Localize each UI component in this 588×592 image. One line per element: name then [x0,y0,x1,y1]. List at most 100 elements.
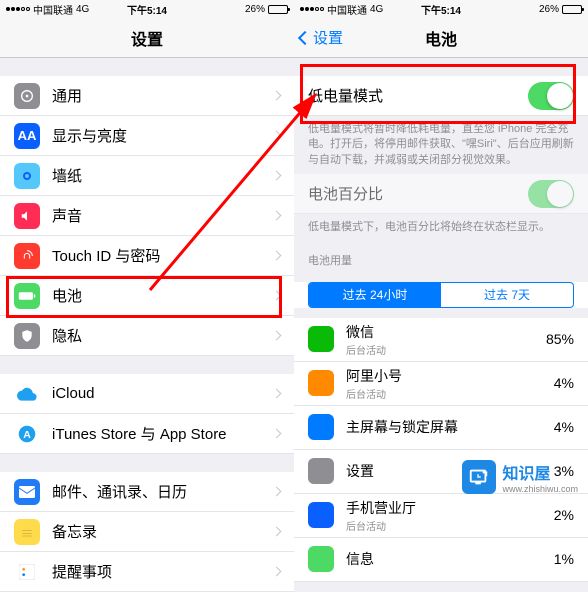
watermark-url: www.zhishiwu.com [502,484,578,494]
usage-row[interactable]: 阿里小号后台活动4% [294,362,588,406]
battery-pct-label: 26% [245,4,265,15]
chevron-right-icon [272,429,282,439]
chevron-right-icon [272,171,282,181]
chevron-right-icon [272,291,282,301]
status-bar: 中国联通 4G 下午5:14 26% [0,0,294,18]
app-name: 信息 [346,549,554,569]
app-name: 阿里小号 [346,366,554,386]
network-label: 4G [370,4,383,15]
usage-row[interactable]: 信息1% [294,538,588,582]
app-icon [308,326,334,352]
chevron-right-icon [272,389,282,399]
usage-percent: 85% [546,331,574,347]
usage-row[interactable]: 手机营业厅后台活动2% [294,494,588,538]
settings-row-电池[interactable]: 电池 [0,276,294,316]
battery-screen: 中国联通 4G 下午5:14 26% 设置 电池 低电量模式 低电量模式将暂时降… [294,0,588,592]
wallpaper-icon [14,163,40,189]
battery-icon [14,283,40,309]
battery-pct-label: 电池百分比 [308,183,528,204]
sound-icon [14,203,40,229]
app-subtitle: 后台活动 [346,342,546,357]
battery-pct-label: 26% [539,4,559,15]
settings-row-iTunes Store 与 App Store[interactable]: AiTunes Store 与 App Store [0,414,294,454]
row-label: 隐私 [52,325,273,346]
settings-row-墙纸[interactable]: 墙纸 [0,156,294,196]
chevron-right-icon [272,211,282,221]
page-title: 设置 [0,26,294,50]
touchid-icon [14,243,40,269]
app-subtitle: 后台活动 [346,518,554,533]
chevron-right-icon [272,91,282,101]
svg-text:A: A [23,428,31,440]
privacy-icon [14,323,40,349]
low-power-label: 低电量模式 [308,85,528,106]
display-icon: AA [14,123,40,149]
settings-row-备忘录[interactable]: 备忘录 [0,512,294,552]
row-label: 通用 [52,85,273,106]
carrier-label: 中国联通 [327,2,367,17]
battery-pct-row[interactable]: 电池百分比 [294,174,588,214]
nav-bar: 设置 [0,18,294,58]
usage-row[interactable]: 主屏幕与锁定屏幕4% [294,406,588,450]
reminders-icon [14,559,40,585]
battery-icon [562,5,582,14]
settings-row-声音[interactable]: 声音 [0,196,294,236]
seg-24h[interactable]: 过去 24小时 [309,283,441,307]
chevron-right-icon [272,567,282,577]
settings-row-Touch ID 与密码[interactable]: Touch ID 与密码 [0,236,294,276]
chevron-right-icon [272,251,282,261]
row-label: 提醒事项 [52,561,273,582]
battery-pct-switch[interactable] [528,180,574,208]
row-label: 邮件、通讯录、日历 [52,481,273,502]
watermark-name: 知识屋 [502,460,578,484]
time-range-segment[interactable]: 过去 24小时 过去 7天 [308,282,574,308]
back-label: 设置 [313,27,343,48]
settings-row-iCloud[interactable]: iCloud [0,374,294,414]
back-button[interactable]: 设置 [300,27,343,48]
app-subtitle: 后台活动 [346,386,554,401]
settings-row-邮件、通讯录、日历[interactable]: 邮件、通讯录、日历 [0,472,294,512]
mail-icon [14,479,40,505]
seg-7d[interactable]: 过去 7天 [441,283,573,307]
chevron-right-icon [272,527,282,537]
row-label: 显示与亮度 [52,125,273,146]
chevron-right-icon [272,487,282,497]
app-name: 主屏幕与锁定屏幕 [346,417,554,437]
settings-row-显示与亮度[interactable]: AA 显示与亮度 [0,116,294,156]
usage-row[interactable]: 微信后台活动85% [294,318,588,362]
watermark-icon [462,460,496,494]
row-label: iCloud [52,385,273,402]
usage-percent: 4% [554,375,574,391]
settings-row-隐私[interactable]: 隐私 [0,316,294,356]
signal-dots [300,7,324,11]
app-icon [308,546,334,572]
battery-icon [268,5,288,14]
app-name: 微信 [346,322,546,342]
usage-header: 电池用量 [294,242,588,272]
low-power-switch[interactable] [528,82,574,110]
settings-row-通用[interactable]: 通用 [0,76,294,116]
network-label: 4G [76,4,89,15]
usage-percent: 4% [554,419,574,435]
carrier-label: 中国联通 [33,2,73,17]
row-label: 电池 [52,285,273,306]
app-name: 手机营业厅 [346,498,554,518]
watermark: 知识屋 www.zhishiwu.com [462,460,578,494]
low-power-desc: 低电量模式将暂时降低耗电量，直至您 iPhone 完全充电。打开后，将停用邮件获… [294,116,588,174]
status-bar: 中国联通 4G 下午5:14 26% [294,0,588,18]
icloud-icon [14,381,40,407]
low-power-mode-row[interactable]: 低电量模式 [294,76,588,116]
row-label: 声音 [52,205,273,226]
app-icon [308,458,334,484]
app-icon [308,370,334,396]
settings-row-提醒事项[interactable]: 提醒事项 [0,552,294,592]
chevron-right-icon [272,331,282,341]
row-label: iTunes Store 与 App Store [52,423,273,444]
row-label: Touch ID 与密码 [52,245,273,266]
usage-percent: 2% [554,507,574,523]
notes-icon [14,519,40,545]
appstore-icon: A [14,421,40,447]
row-label: 墙纸 [52,165,273,186]
signal-dots [6,7,30,11]
app-icon [308,414,334,440]
